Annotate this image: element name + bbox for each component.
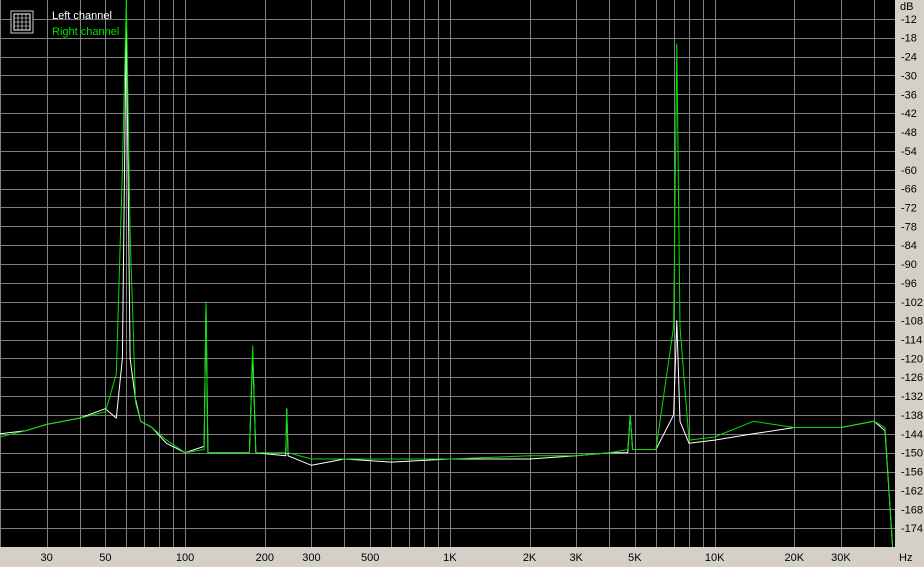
y-tick-label: -126: [901, 372, 923, 384]
y-tick-label: -18: [901, 33, 917, 45]
y-tick-label: -36: [901, 89, 917, 101]
x-tick-label: 50: [99, 552, 111, 564]
y-tick-label: -144: [901, 429, 923, 441]
plot-background: [0, 0, 895, 547]
y-tick-label: -168: [901, 504, 923, 516]
x-unit-label: Hz: [899, 552, 912, 564]
y-tick-label: -24: [901, 52, 917, 64]
y-tick-label: -96: [901, 278, 917, 290]
spectrum-chart: dB Hz -12 -18 -24 -30 -36 -42 -48 -54 -60 -66 -72 -…: [0, 0, 924, 567]
y-tick-label: -66: [901, 184, 917, 196]
legend-left-channel: Left channel: [52, 10, 112, 22]
y-tick-label: -156: [901, 467, 923, 479]
x-tick-label: 30: [40, 552, 52, 564]
y-tick-label: -162: [901, 485, 923, 497]
y-tick-label: -138: [901, 410, 923, 422]
x-tick-label: 2K: [523, 552, 537, 564]
y-tick-label: -72: [901, 202, 917, 214]
y-tick-label: -108: [901, 316, 923, 328]
y-tick-label: -114: [901, 335, 922, 347]
y-tick-label: -60: [901, 165, 917, 177]
x-tick-label: 200: [256, 552, 274, 564]
y-tick-label: -30: [901, 70, 917, 82]
x-tick-label: 30K: [831, 552, 851, 564]
y-tick-label: -102: [901, 297, 923, 309]
y-tick-label: -84: [901, 240, 917, 252]
y-unit-label: dB: [900, 1, 913, 13]
chart-icon[interactable]: [10, 10, 34, 34]
x-tick-label: 10K: [705, 552, 725, 564]
y-tick-label: -78: [901, 221, 917, 233]
y-tick-label: -150: [901, 448, 923, 460]
x-tick-label: 100: [176, 552, 194, 564]
x-tick-label: 5K: [628, 552, 642, 564]
x-tick-label: 3K: [569, 552, 583, 564]
y-tick-label: -48: [901, 127, 917, 139]
y-tick-label: -120: [901, 353, 923, 365]
x-tick-label: 500: [361, 552, 379, 564]
y-tick-label: -54: [901, 146, 917, 158]
legend-right-channel: Right channel: [52, 26, 119, 38]
y-tick-label: -132: [901, 391, 923, 403]
y-tick-label: -42: [901, 108, 917, 120]
y-tick-label: -90: [901, 259, 917, 271]
y-tick-label: -12: [901, 14, 917, 26]
x-tick-label: 20K: [785, 552, 805, 564]
x-tick-label: 300: [302, 552, 320, 564]
x-tick-label: 1K: [443, 552, 457, 564]
y-tick-label: -174: [901, 523, 923, 535]
